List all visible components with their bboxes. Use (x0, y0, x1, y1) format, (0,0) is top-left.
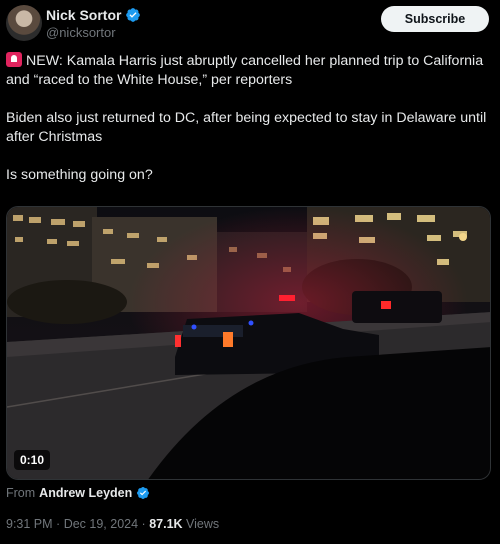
tweet-text: NEW: Kamala Harris just abruptly cancell… (6, 52, 491, 204)
source-prefix: From (6, 486, 36, 500)
verified-badge-icon (126, 8, 141, 22)
author-name[interactable]: Nick Sortor (46, 7, 121, 23)
author-handle[interactable]: @nicksortor (46, 25, 116, 40)
author-avatar[interactable] (6, 5, 42, 41)
meta-separator: · (56, 517, 61, 531)
verified-badge-icon (137, 487, 150, 499)
video-source: From Andrew Leyden (6, 486, 150, 500)
tweet-paragraph-1: NEW: Kamala Harris just abruptly cancell… (6, 52, 491, 90)
video-frame (7, 207, 490, 479)
views-label: Views (186, 517, 220, 531)
tweet-line-1: NEW: Kamala Harris just abruptly cancell… (6, 53, 484, 88)
tweet-date[interactable]: Dec 19, 2024 (64, 517, 138, 531)
source-name[interactable]: Andrew Leyden (39, 486, 132, 500)
tweet-time[interactable]: 9:31 PM (6, 517, 53, 531)
meta-separator: · (141, 517, 146, 531)
tweet-meta: 9:31 PM · Dec 19, 2024 · 87.1K Views (6, 517, 219, 531)
police-siren-icon (6, 52, 22, 67)
video-player[interactable] (6, 206, 491, 480)
tweet-paragraph-3: Is something going on? (6, 167, 153, 183)
views-count: 87.1K (149, 517, 183, 531)
video-duration-badge: 0:10 (14, 450, 51, 470)
subscribe-button[interactable]: Subscribe (381, 6, 489, 32)
author-name-row[interactable]: Nick Sortor (46, 7, 141, 23)
tweet-paragraph-2: Biden also just returned to DC, after be… (6, 110, 487, 145)
